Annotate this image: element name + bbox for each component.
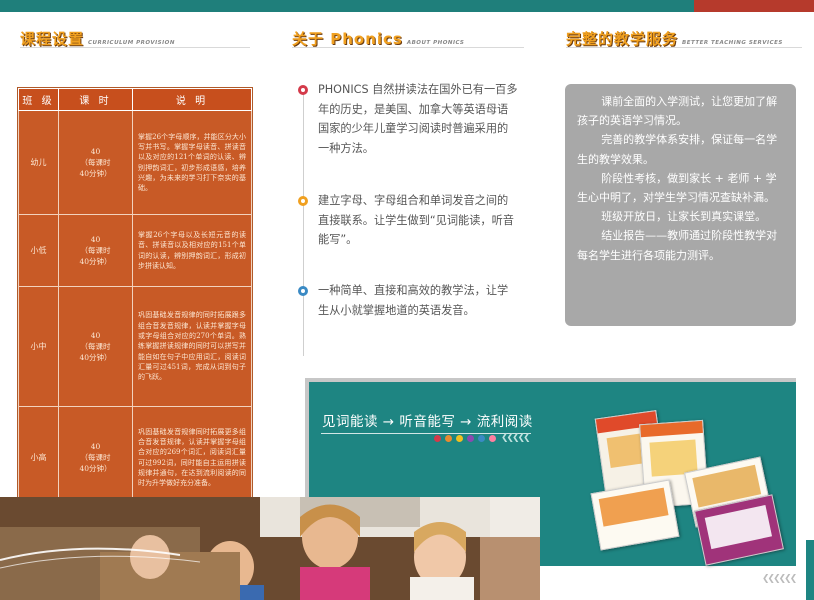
chevrons-icon: ❮❮❮❮❮ [501,433,531,443]
hours-duration: 40分钟） [79,464,112,473]
grade-cell: 小中 [18,286,59,407]
hours-duration: 40分钟） [79,257,112,266]
hours-value: 40 [90,331,101,340]
color-dot [456,435,463,442]
service-item: 完善的教学体系安排，保证每一名学生的教学效果。 [577,133,778,166]
curriculum-title: 课程设置 [20,30,85,48]
services-box: 课前全面的入学测试，让您更加了解孩子的英语学习情况。 完善的教学体系安排，保证每… [565,84,796,326]
table-header-row: 班 级 课 时 说 明 [18,88,252,111]
heading-divider [566,47,802,48]
service-item: 结业报告——教师通过阶段性教学对每名学生进行各项能力测评。 [577,229,778,262]
service-item: 阶段性考核，做到家长 + 老师 + 学生心中明了，对学生学习情况查缺补漏。 [577,171,777,205]
hours-cell: 40 （每课时 40分钟） [58,406,133,509]
column-header-hours: 课 时 [58,88,133,111]
column-header-description: 说 明 [132,88,252,111]
hours-unit: （每课时 [80,453,111,462]
curriculum-subtitle: CURRICULUM PROVISION [88,40,175,46]
description-cell: 掌握26个字母顺序，并能区分大小写并书写。掌握字母读音、拼读音以及对应的121个… [132,110,252,215]
description-cell: 巩固基础发音规律同时拓展更多组合音发音规律，认读并掌握字母组合对应的269个词汇… [132,406,252,509]
heading-divider [292,47,524,48]
grade-cell: 小高 [18,406,59,509]
description-cell: 巩固基础发音规律的同时拓展跟多组合音发音规律，认读并掌握字母或字母组合对应的27… [132,286,252,407]
hours-unit: （每课时 [80,342,111,351]
banner-underline [321,433,531,434]
hours-value: 40 [90,235,101,244]
timeline-line [303,88,304,356]
color-dot [434,435,441,442]
bullet-dot-blue [298,286,308,296]
hours-value: 40 [90,147,101,156]
hours-unit: （每课时 [80,158,111,167]
grade-cell: 小低 [18,214,59,287]
table-row: 小中 40 （每课时 40分钟） 巩固基础发音规律的同时拓展跟多组合音发音规律，… [18,286,252,407]
service-item: 课前全面的入学测试，让您更加了解孩子的英语学习情况。 [577,95,778,128]
color-dot [467,435,474,442]
bullet-dot-orange [298,196,308,206]
heading-divider [20,47,250,48]
column-header-grade: 班 级 [18,88,59,111]
hours-cell: 40 （每课时 40分钟） [58,110,133,215]
about-heading: 关于 Phonics ABOUT PHONICS [292,28,464,49]
about-subtitle: ABOUT PHONICS [406,40,465,46]
about-title: 关于 Phonics [292,30,403,48]
bullet-dot-red [298,85,308,95]
grade-cell: 幼儿 [18,110,59,215]
table-row: 幼儿 40 （每课时 40分钟） 掌握26个字母顺序，并能区分大小写并书写。掌握… [18,110,252,215]
color-dot [478,435,485,442]
description-cell: 掌握26个字母以及长短元音的读音、拼读音以及相对应的151个单词的认读，辨别押韵… [132,214,252,287]
color-dot [445,435,452,442]
decorative-wave [0,547,201,569]
table-row: 小高 40 （每课时 40分钟） 巩固基础发音规律同时拓展更多组合音发音规律，认… [18,406,252,509]
service-subtitle: BETTER TEACHING SERVICES [682,40,783,46]
service-item: 班级开放日，让家长到真实课堂。 [601,210,767,224]
about-point: 建立字母、字母组合和单词发音之间的直接联系。让学生做到“见词能读，听音能写”。 [318,194,514,246]
hours-unit: （每课时 [80,246,111,255]
service-heading: 完整的教学服务 BETTER TEACHING SERVICES [566,28,783,49]
chevrons-icon: ❮❮❮❮❮❮ [762,574,797,584]
color-dot [489,435,496,442]
hours-duration: 40分钟） [79,353,112,362]
hours-cell: 40 （每课时 40分钟） [58,214,133,287]
hours-value: 40 [90,442,101,451]
about-point: 一种简单、直接和高效的教学法，让学生从小就掌握地道的英语发音。 [318,284,509,317]
table-row: 小低 40 （每课时 40分钟） 掌握26个字母以及长短元音的读音、拼读音以及相… [18,214,252,287]
hours-cell: 40 （每课时 40分钟） [58,286,133,407]
about-point: PHONICS 自然拼读法在国外已有一百多年的历史，是美国、加拿大等英语母语国家… [318,83,518,155]
top-bar-accent [694,0,814,12]
curriculum-table: 班 级 课 时 说 明 幼儿 40 （每课时 40分钟） 掌握26个字母顺序，并… [17,87,253,509]
hours-duration: 40分钟） [79,169,112,178]
service-title: 完整的教学服务 [566,30,679,48]
top-bar [0,0,814,12]
banner-title: 见词能读 → 听音能写 → 流利阅读 [322,414,533,430]
curriculum-heading: 课程设置 CURRICULUM PROVISION [20,28,175,49]
corner-accent [806,540,814,600]
